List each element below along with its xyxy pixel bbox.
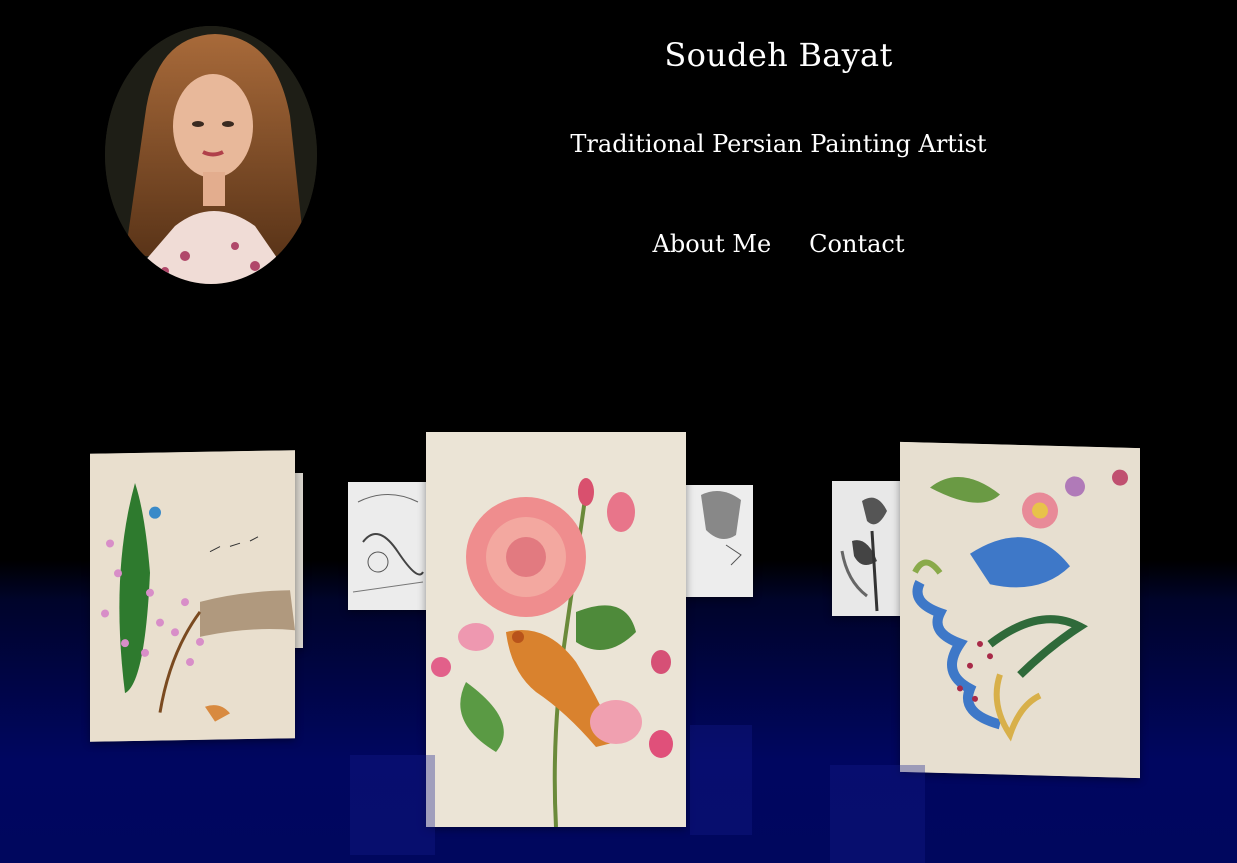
iris-sketch-image: [832, 481, 902, 616]
painting-card-islimi-floral[interactable]: [900, 441, 1140, 779]
floor-reflection: [830, 765, 925, 863]
main-nav: About Me Contact: [320, 230, 1237, 258]
cypress-blossom-birds-image: [90, 450, 295, 742]
painting-card-cypress-blossom-birds[interactable]: [90, 450, 295, 742]
site-header: Soudeh Bayat Traditional Persian Paintin…: [0, 0, 1237, 300]
site-title: Soudeh Bayat: [664, 36, 893, 74]
painting-card-iris-sketch[interactable]: [832, 481, 902, 616]
painting-card-sketch-portrait[interactable]: [686, 485, 753, 597]
painting-card-rose-and-bird[interactable]: [426, 432, 686, 827]
floor-reflection: [350, 755, 435, 855]
painting-card-edge: [295, 473, 303, 648]
gallery-carousel: [0, 420, 1237, 863]
sketch-portrait-image: [686, 485, 753, 597]
nav-contact[interactable]: Contact: [809, 230, 904, 258]
floor-reflection: [690, 725, 752, 835]
rose-and-bird-image: [426, 432, 686, 827]
site-subtitle: Traditional Persian Painting Artist: [570, 130, 987, 158]
sketch-figures-image: [348, 482, 428, 610]
islimi-floral-image: [900, 441, 1140, 779]
nav-about-me[interactable]: About Me: [653, 230, 772, 258]
painting-card-sketch-figures[interactable]: [348, 482, 428, 610]
